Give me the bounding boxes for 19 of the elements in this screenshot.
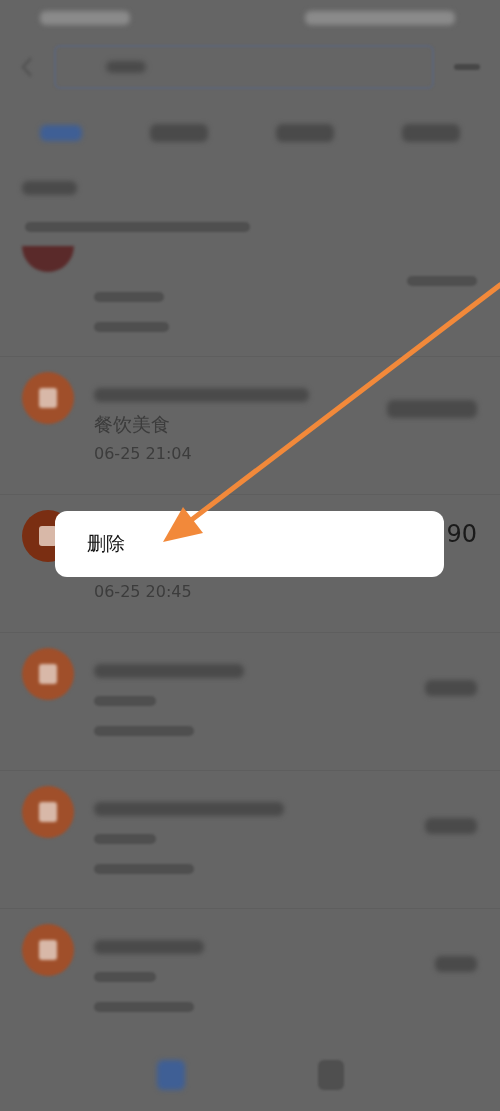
category-icon (22, 372, 74, 424)
category-icon (22, 786, 74, 838)
blurred-tab[interactable] (276, 124, 334, 142)
category-icon (22, 924, 74, 976)
blurred-month (22, 181, 77, 195)
blurred-nav-tab[interactable] (156, 1060, 185, 1090)
category-icon (22, 246, 74, 272)
more-icon[interactable] (454, 64, 480, 70)
blurred-tab[interactable] (402, 124, 460, 142)
category-icon (22, 648, 74, 700)
blurred-search-text (106, 61, 146, 73)
blurred-amount (425, 680, 477, 696)
blurred-tab[interactable] (40, 125, 82, 141)
blurred-tab[interactable] (150, 124, 208, 142)
blurred-amount (435, 956, 477, 972)
transaction-amount: 90 (446, 520, 477, 548)
blurred-amount (425, 818, 477, 834)
search-field[interactable] (54, 45, 434, 89)
delete-menu-item[interactable]: 删除 (87, 531, 125, 557)
